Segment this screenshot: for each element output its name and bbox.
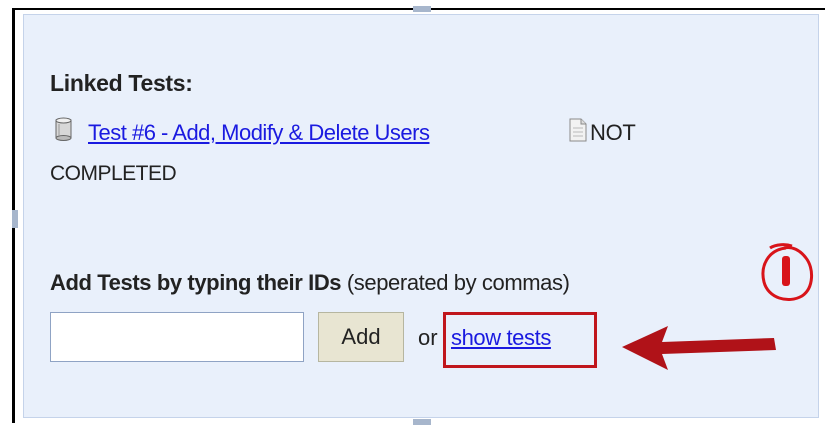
database-icon — [55, 117, 72, 141]
add-button[interactable]: Add — [318, 312, 404, 362]
add-tests-label-hint: (seperated by commas) — [346, 270, 570, 295]
test-status-line2: COMPLETED — [50, 162, 177, 185]
linked-tests-heading: Linked Tests: — [50, 70, 193, 96]
document-icon — [569, 118, 587, 142]
exclamation-icon — [761, 243, 813, 301]
add-tests-label: Add Tests by typing their IDs (seperated… — [50, 270, 570, 296]
test-status-line1: NOT — [590, 120, 636, 145]
test-ids-input[interactable] — [50, 312, 304, 362]
resize-handle-top[interactable] — [413, 6, 431, 12]
resize-handle-left[interactable] — [12, 210, 18, 228]
show-tests-link[interactable]: show tests — [451, 325, 551, 351]
or-text: or — [418, 325, 438, 350]
arrow-left-icon — [622, 326, 776, 370]
linked-test-link[interactable]: Test #6 - Add, Modify & Delete Users — [88, 120, 430, 146]
resize-handle-bottom[interactable] — [413, 419, 431, 425]
add-tests-label-main: Add Tests by typing their IDs — [50, 270, 342, 295]
